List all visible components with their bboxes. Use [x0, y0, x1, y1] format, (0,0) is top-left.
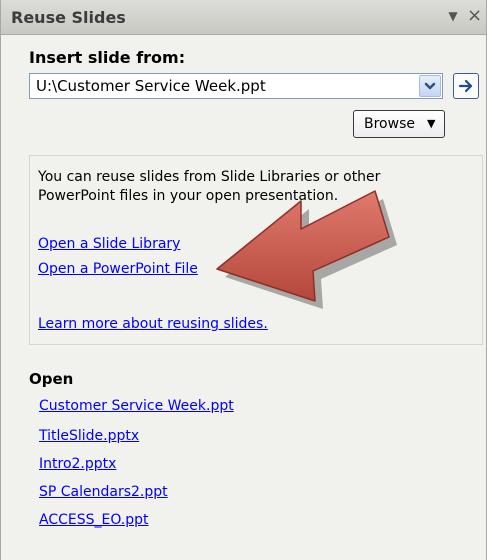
open-powerpoint-file-link[interactable]: Open a PowerPoint File [38, 261, 198, 277]
recent-file-link[interactable]: TitleSlide.pptx [39, 428, 139, 444]
recent-file-link[interactable]: Intro2.pptx [39, 456, 116, 472]
pane-options-dropdown-icon[interactable]: ▼ [445, 8, 461, 24]
callout-arrow-icon [216, 190, 397, 309]
source-file-value[interactable]: U:\Customer Service Week.ppt [36, 77, 266, 95]
recent-file-link[interactable]: ACCESS_EO.ppt [39, 512, 149, 528]
pane-title-bar: Reuse Slides ▼ × [1, 0, 486, 35]
browse-dropdown-arrow-icon: ▼ [427, 117, 436, 130]
learn-more-link[interactable]: Learn more about reusing slides. [38, 316, 268, 332]
chevron-down-icon [424, 82, 436, 90]
arrow-right-icon [458, 79, 473, 93]
open-slide-library-link[interactable]: Open a Slide Library [38, 236, 180, 252]
open-files-heading: Open [29, 370, 74, 388]
insert-slide-from-label: Insert slide from: [29, 48, 186, 67]
browse-button[interactable]: Browse ▼ [353, 110, 445, 138]
browse-button-label: Browse [364, 116, 415, 132]
source-file-combobox[interactable]: U:\Customer Service Week.ppt [29, 73, 443, 99]
go-button[interactable] [453, 73, 479, 99]
recent-file-link[interactable]: SP Calendars2.ppt [39, 484, 168, 500]
combobox-dropdown-button[interactable] [419, 75, 441, 97]
recent-file-link[interactable]: Customer Service Week.ppt [39, 398, 234, 414]
close-pane-icon[interactable]: × [467, 6, 485, 26]
reuse-slides-pane: Reuse Slides ▼ × Insert slide from: U:\C… [0, 0, 487, 560]
pane-title: Reuse Slides [11, 8, 126, 27]
